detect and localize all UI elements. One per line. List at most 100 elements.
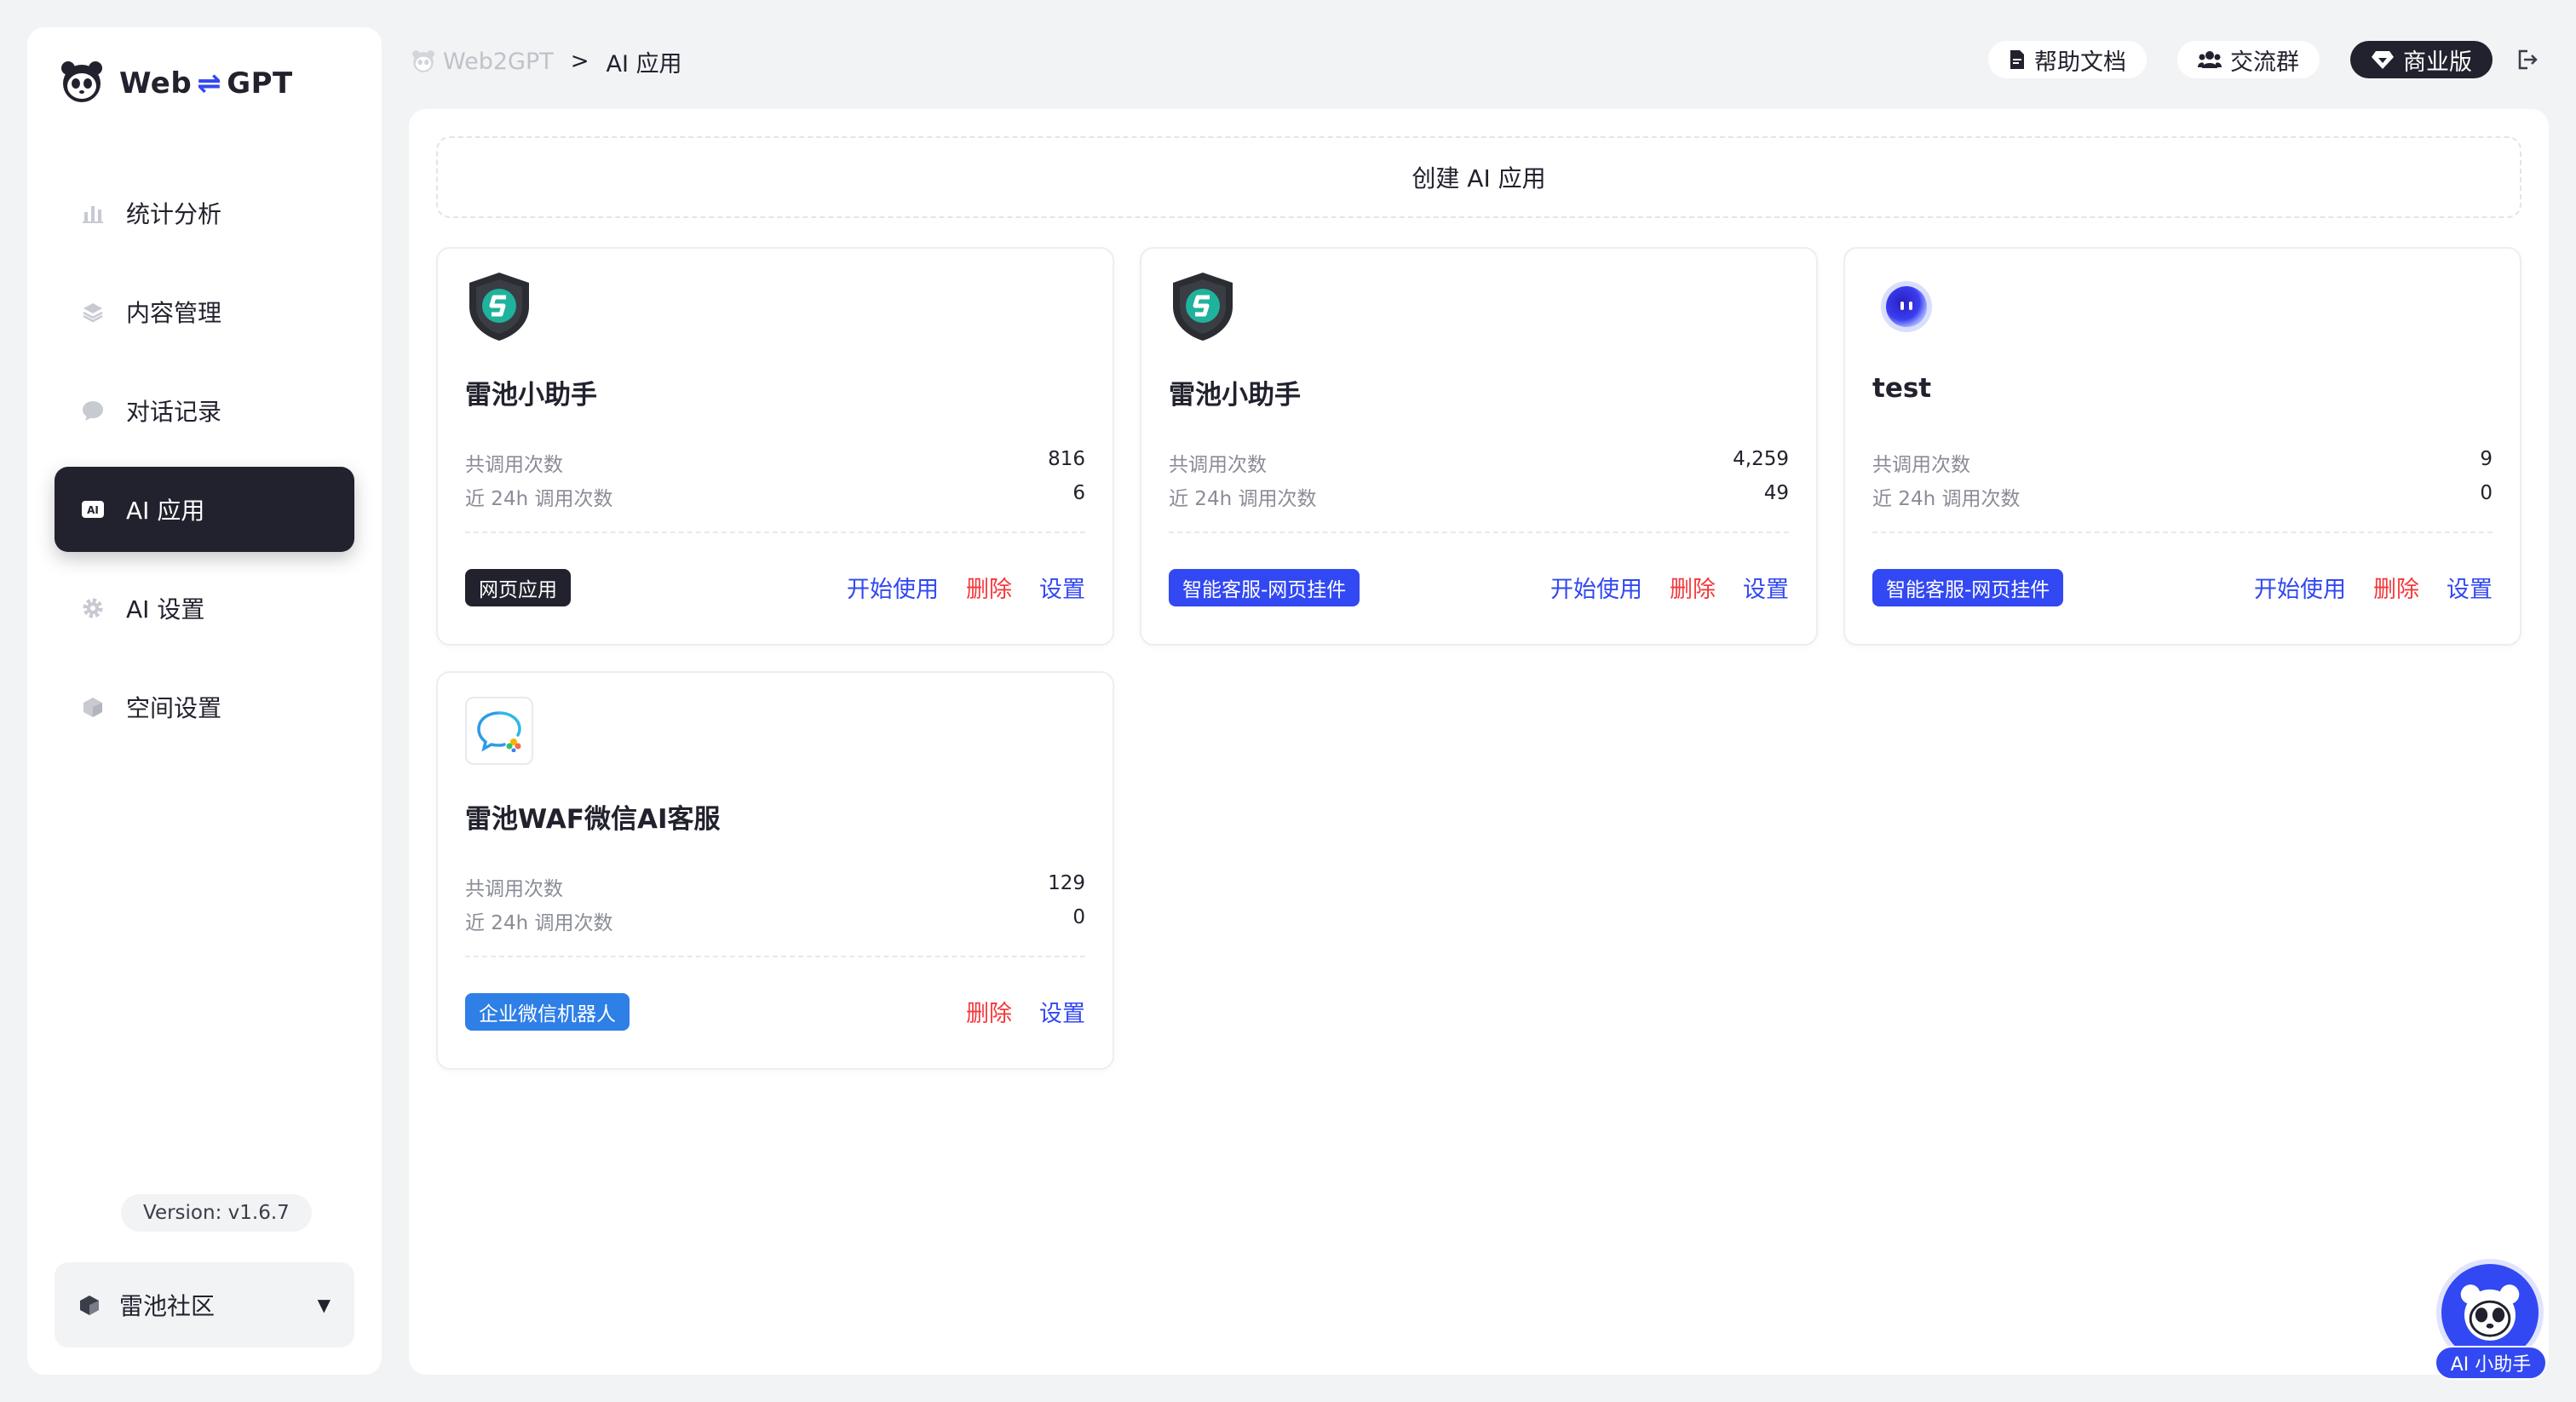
card-divider <box>465 531 1085 533</box>
gear-icon <box>80 595 106 621</box>
ai-badge-icon: AI <box>80 497 106 522</box>
stat-total-row: 共调用次数 4,259 <box>1169 448 1789 477</box>
stat-total-label: 共调用次数 <box>1872 454 1970 476</box>
panda-icon <box>411 49 436 74</box>
shield-icon <box>1169 273 1237 341</box>
help-docs-label: 帮助文档 <box>2034 49 2126 76</box>
card-actions: 开始使用 删除 设置 <box>819 571 1085 604</box>
stat-total-row: 共调用次数 816 <box>465 448 1085 477</box>
stat-total-value: 816 <box>1048 448 1085 470</box>
card-divider <box>1169 531 1789 533</box>
cube-icon <box>78 1294 101 1316</box>
sidebar-item-ai-apps[interactable]: AI AI 应用 <box>55 467 354 552</box>
svg-text:AI: AI <box>87 504 99 516</box>
delete-button[interactable]: 删除 <box>1670 571 1716 604</box>
logout-button[interactable] <box>2508 41 2545 78</box>
ai-assistant-button[interactable]: AI 小助手 <box>2431 1259 2550 1380</box>
card-actions: 删除 设置 <box>939 995 1085 1028</box>
sidebar-nav: 统计分析 内容管理 对话记录 AI AI 应用 AI 设置 空间设置 <box>55 170 354 763</box>
stat-24h-row: 近 24h 调用次数 0 <box>465 906 1085 935</box>
app-card[interactable]: 雷池WAF微信AI客服 共调用次数 129 近 24h 调用次数 0 企业微信机… <box>436 671 1114 1070</box>
app-type-tag: 智能客服-网页挂件 <box>1872 569 2064 606</box>
settings-button[interactable]: 设置 <box>1743 571 1789 604</box>
community-group-label: 交流群 <box>2230 49 2299 76</box>
app-title-left: Web <box>119 66 193 101</box>
stat-total-row: 共调用次数 129 <box>465 872 1085 901</box>
users-icon <box>2198 50 2222 69</box>
bot-orb-icon <box>1872 273 1941 341</box>
breadcrumb-separator: > <box>570 49 589 74</box>
app-type-tag: 智能客服-网页挂件 <box>1169 569 1360 606</box>
ai-assistant-label: AI 小助手 <box>2435 1346 2547 1380</box>
app-card[interactable]: test 共调用次数 9 近 24h 调用次数 0 智能客服-网页挂件 开始使用… <box>1843 247 2521 646</box>
sidebar-item-label: 内容管理 <box>126 299 222 327</box>
sidebar-item-label: AI 应用 <box>126 497 205 525</box>
sidebar-item-label: 空间设置 <box>126 694 222 722</box>
panda-icon <box>58 58 106 109</box>
stat-24h-label: 近 24h 调用次数 <box>465 488 613 510</box>
cube-icon <box>80 694 106 720</box>
app-type-tag: 网页应用 <box>465 569 571 606</box>
start-button[interactable]: 开始使用 <box>1550 571 1642 604</box>
delete-button[interactable]: 删除 <box>966 995 1012 1028</box>
stat-total-row: 共调用次数 9 <box>1872 448 2493 477</box>
card-divider <box>1872 531 2493 533</box>
stat-24h-label: 近 24h 调用次数 <box>1169 488 1317 510</box>
stat-24h-value: 0 <box>1072 906 1085 928</box>
delete-button[interactable]: 删除 <box>2373 571 2419 604</box>
help-docs-button[interactable]: 帮助文档 <box>1988 41 2147 78</box>
wecom-chat-icon <box>465 697 533 765</box>
sidebar-item-label: 统计分析 <box>126 200 222 228</box>
app-card[interactable]: 雷池小助手 共调用次数 4,259 近 24h 调用次数 49 智能客服-网页挂… <box>1140 247 1818 646</box>
main-panel: 创建 AI 应用 雷池小助手 共调用次数 816 近 24h 调用次数 6 网页… <box>409 109 2549 1375</box>
stat-total-label: 共调用次数 <box>1169 454 1267 476</box>
sidebar-item-analytics[interactable]: 统计分析 <box>55 170 354 256</box>
header-actions: 帮助文档 交流群 商业版 <box>1958 41 2545 78</box>
sidebar-item-conversations[interactable]: 对话记录 <box>55 368 354 453</box>
document-icon <box>2009 49 2026 70</box>
settings-button[interactable]: 设置 <box>1039 571 1085 604</box>
app-logo[interactable]: Web ⇌ GPT <box>58 56 293 111</box>
community-group-button[interactable]: 交流群 <box>2177 41 2320 78</box>
stat-24h-value: 0 <box>2480 482 2493 504</box>
start-button[interactable]: 开始使用 <box>2254 571 2346 604</box>
sidebar-item-content[interactable]: 内容管理 <box>55 269 354 354</box>
stat-24h-label: 近 24h 调用次数 <box>1872 488 2021 510</box>
space-selector[interactable]: 雷池社区 ▼ <box>55 1262 354 1347</box>
settings-button[interactable]: 设置 <box>2447 571 2493 604</box>
start-button[interactable]: 开始使用 <box>847 571 939 604</box>
version-badge: Version: v1.6.7 <box>121 1194 312 1232</box>
card-actions: 开始使用 删除 设置 <box>2227 571 2493 604</box>
settings-button[interactable]: 设置 <box>1039 995 1085 1028</box>
stat-24h-row: 近 24h 调用次数 0 <box>1872 482 2493 511</box>
stat-24h-label: 近 24h 调用次数 <box>465 912 613 934</box>
diamond-icon <box>2371 49 2395 70</box>
stat-total-label: 共调用次数 <box>465 454 563 476</box>
logout-icon <box>2516 49 2538 71</box>
stat-24h-value: 49 <box>1763 482 1789 504</box>
sidebar-item-ai-settings[interactable]: AI 设置 <box>55 566 354 651</box>
commercial-edition-button[interactable]: 商业版 <box>2350 41 2493 78</box>
app-name: test <box>1872 373 1932 404</box>
sidebar-item-space-settings[interactable]: 空间设置 <box>55 664 354 750</box>
sidebar-item-label: AI 设置 <box>126 595 205 623</box>
app-type-tag: 企业微信机器人 <box>465 993 630 1031</box>
stat-24h-row: 近 24h 调用次数 49 <box>1169 482 1789 511</box>
breadcrumb-current: AI 应用 <box>606 50 682 78</box>
stat-total-value: 9 <box>2480 448 2493 470</box>
stat-total-value: 129 <box>1048 872 1085 894</box>
space-selector-label: 雷池社区 <box>119 1292 216 1320</box>
app-title: Web ⇌ GPT <box>119 66 293 101</box>
create-ai-app-button[interactable]: 创建 AI 应用 <box>436 136 2521 218</box>
app-card[interactable]: 雷池小助手 共调用次数 816 近 24h 调用次数 6 网页应用 开始使用 删… <box>436 247 1114 646</box>
swap-icon: ⇌ <box>197 66 222 101</box>
commercial-edition-label: 商业版 <box>2403 49 2472 76</box>
stat-24h-row: 近 24h 调用次数 6 <box>465 482 1085 511</box>
stat-total-value: 4,259 <box>1733 448 1789 470</box>
breadcrumb-home[interactable]: Web2GPT <box>411 49 554 75</box>
delete-button[interactable]: 删除 <box>966 571 1012 604</box>
card-divider <box>465 956 1085 957</box>
breadcrumb-home-label: Web2GPT <box>443 48 554 75</box>
stat-24h-value: 6 <box>1072 482 1085 504</box>
stat-total-label: 共调用次数 <box>465 878 563 900</box>
